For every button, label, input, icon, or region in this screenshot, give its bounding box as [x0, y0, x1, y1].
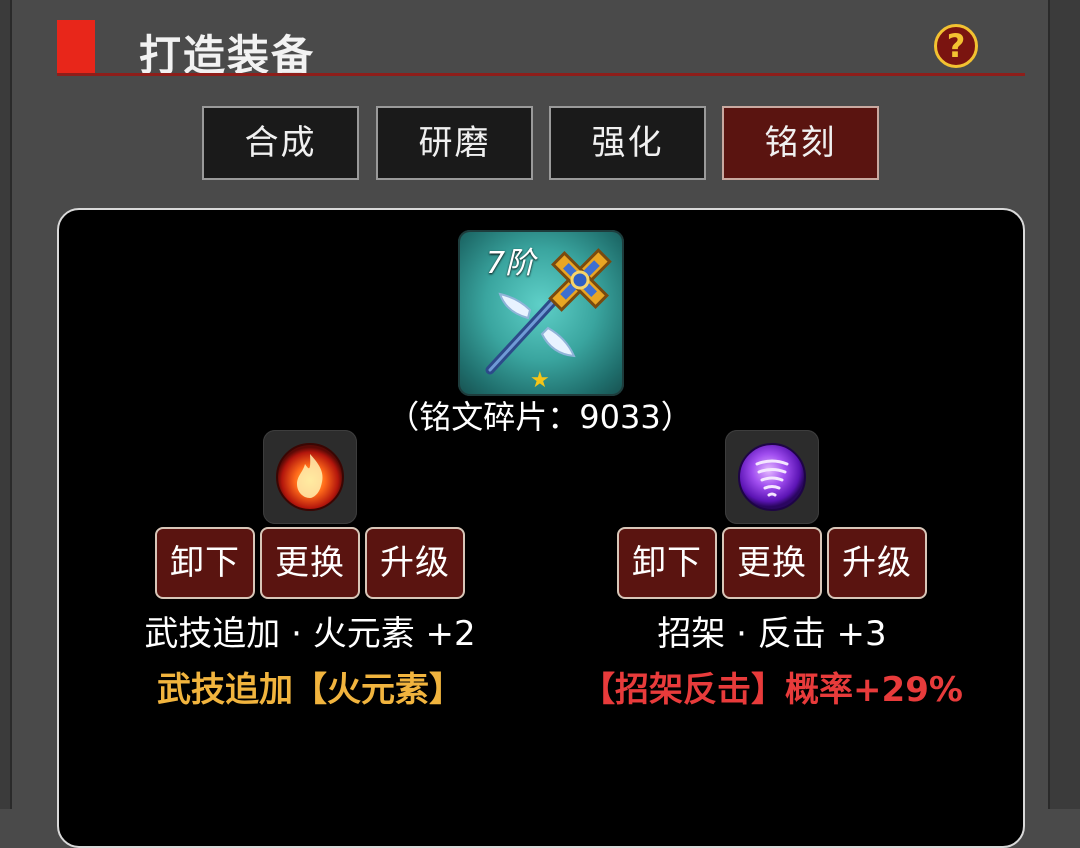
rune-right-effect: 【招架反击】概率+29% — [581, 670, 963, 710]
rune-slot-left[interactable] — [263, 430, 357, 524]
equipment-slot[interactable]: 7阶 ★ — [458, 230, 624, 396]
window-header: 打造装备 ? — [57, 20, 1025, 80]
rune-slot-right[interactable] — [725, 430, 819, 524]
help-button[interactable]: ? — [934, 24, 978, 68]
rune-right-unequip-button[interactable]: 卸下 — [617, 527, 717, 599]
rune-fragment-count: （铭文碎片：9033） — [387, 398, 693, 436]
rune-right-replace-button[interactable]: 更换 — [722, 527, 822, 599]
tab-enhance[interactable]: 强化 — [549, 106, 706, 180]
rune-left-effect: 武技追加【火元素】 — [157, 670, 463, 710]
fire-rune-icon — [276, 443, 344, 511]
tab-grind[interactable]: 研磨 — [376, 106, 533, 180]
item-tier-label: 7阶 — [486, 246, 536, 281]
rune-right-upgrade-button[interactable]: 升级 — [827, 527, 927, 599]
rune-right-name: 招架 · 反击 +3 — [657, 614, 887, 654]
tab-engrave[interactable]: 铭刻 — [722, 106, 879, 180]
tab-synthesize[interactable]: 合成 — [202, 106, 359, 180]
star-icon: ★ — [530, 368, 550, 393]
rune-left-unequip-button[interactable]: 卸下 — [155, 527, 255, 599]
header-accent-bar — [57, 20, 95, 75]
header-divider — [57, 73, 1025, 76]
rune-left-replace-button[interactable]: 更换 — [260, 527, 360, 599]
rune-left-upgrade-button[interactable]: 升级 — [365, 527, 465, 599]
rune-left-name: 武技追加 · 火元素 +2 — [144, 614, 476, 654]
tornado-rune-icon — [738, 443, 806, 511]
